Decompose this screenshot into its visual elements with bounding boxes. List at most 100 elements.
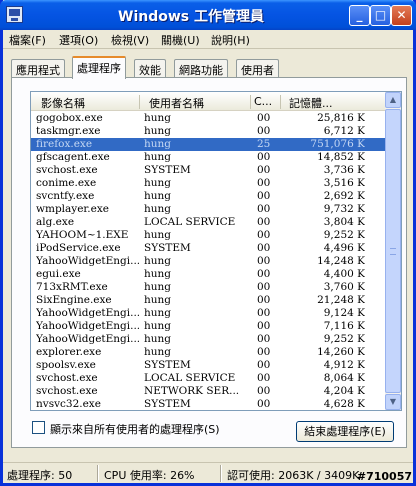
process-row[interactable]: wmplayer.exe hung 00 9,732 K [31,203,385,216]
process-cpu: 00 [257,125,271,137]
process-row[interactable]: YahooWidgetEngi... hung 00 14,248 K [31,255,385,268]
process-cpu: 00 [257,333,271,345]
process-row[interactable]: svcntfy.exe hung 00 2,692 K [31,190,385,203]
process-row[interactable]: gogobox.exe hung 00 25,816 K [31,112,385,125]
process-cpu: 00 [257,112,271,124]
process-row[interactable]: alg.exe LOCAL SERVICE 00 3,804 K [31,216,385,229]
status-commit-charge: 認可使用: 2063K / 3409K [227,469,360,482]
process-row[interactable]: conime.exe hung 00 3,516 K [31,177,385,190]
process-memory: 3,736 K [323,164,365,176]
process-image-name: svcntfy.exe [36,190,95,202]
process-memory: 25,816 K [317,112,365,124]
scroll-down-arrow-icon[interactable]: ▼ [385,394,401,410]
process-memory: 9,252 K [323,229,365,241]
column-divider[interactable] [250,95,251,109]
processes-panel: 影像名稱 使用者名稱 C... 記憶體... gogobox.exe hung 00… [11,77,407,448]
process-user-name: LOCAL SERVICE [144,372,236,384]
process-row[interactable]: YahooWidgetEngi... hung 00 9,252 K [31,333,385,346]
process-memory: 21,248 K [317,294,365,306]
status-cpu-usage: CPU 使用率: 26% [104,469,195,482]
process-cpu: 00 [257,372,271,384]
process-cpu: 00 [257,177,271,189]
process-row[interactable]: egui.exe hung 00 4,400 K [31,268,385,281]
process-user-name: hung [144,229,172,241]
process-row[interactable]: spoolsv.exe SYSTEM 00 4,912 K [31,359,385,372]
process-row[interactable]: svchost.exe LOCAL SERVICE 00 8,064 K [31,372,385,385]
process-user-name: hung [144,307,172,319]
process-row[interactable]: gfscagent.exe hung 00 14,852 K [31,151,385,164]
vertical-scrollbar[interactable]: ▲ ▼ [385,92,401,410]
process-image-name: taskmgr.exe [36,125,101,137]
process-user-name: SYSTEM [144,242,191,254]
column-cpu[interactable]: C... [254,95,280,108]
process-memory: 2,692 K [323,190,365,202]
column-image-name[interactable]: 影像名稱 [41,95,137,111]
tab-applications[interactable]: 應用程式 [11,59,65,78]
title-bar[interactable]: Windows 工作管理員 _ □ ✕ [0,0,416,30]
process-row[interactable]: svchost.exe SYSTEM 00 3,736 K [31,164,385,177]
process-row[interactable]: 713xRMT.exe hung 00 3,760 K [31,281,385,294]
list-header: 影像名稱 使用者名稱 C... 記憶體... [31,92,385,111]
process-row[interactable]: firefox.exe hung 25 751,076 K [31,138,385,151]
process-image-name: 713xRMT.exe [36,281,108,293]
process-row[interactable]: explorer.exe hung 00 14,260 K [31,346,385,359]
menu-shutdown[interactable]: 關機(U) [161,32,200,48]
process-image-name: egui.exe [36,268,81,280]
process-user-name: SYSTEM [144,398,191,410]
status-divider [220,465,222,482]
process-image-name: YahooWidgetEngi... [36,333,139,345]
process-image-name: svchost.exe [36,164,98,176]
process-image-name: YahooWidgetEngi... [36,307,139,319]
process-user-name: hung [144,112,172,124]
menu-options[interactable]: 選項(O) [59,32,98,48]
menu-view[interactable]: 檢視(V) [111,32,149,48]
process-row[interactable]: SixEngine.exe hung 00 21,248 K [31,294,385,307]
menu-file[interactable]: 檔案(F) [9,32,46,48]
scroll-up-arrow-icon[interactable]: ▲ [385,92,401,108]
process-user-name: hung [144,320,172,332]
process-cpu: 00 [257,268,271,280]
tab-networking[interactable]: 網路功能 [174,59,228,78]
process-memory: 9,124 K [323,307,365,319]
show-all-users-checkbox[interactable] [32,421,45,434]
process-memory: 751,076 K [310,138,365,150]
process-user-name: hung [144,333,172,345]
process-cpu: 00 [257,307,271,319]
process-row[interactable]: nvsvc32.exe SYSTEM 00 4,628 K [31,398,385,410]
process-user-name: hung [144,294,172,306]
tab-processes[interactable]: 處理程序 [72,56,126,79]
scroll-thumb[interactable] [385,109,401,393]
process-cpu: 00 [257,151,271,163]
process-row[interactable]: YAHOOM~1.EXE hung 00 9,252 K [31,229,385,242]
process-list[interactable]: 影像名稱 使用者名稱 C... 記憶體... gogobox.exe hung 00… [30,91,402,411]
end-process-button[interactable]: 結束處理程序(E) [296,421,394,442]
process-user-name: hung [144,177,172,189]
process-row[interactable]: YahooWidgetEngi... hung 00 7,116 K [31,320,385,333]
column-divider[interactable] [280,95,281,109]
process-row[interactable]: YahooWidgetEngi... hung 00 9,124 K [31,307,385,320]
process-memory: 4,496 K [323,242,365,254]
minimize-button[interactable]: _ [349,5,370,26]
column-divider[interactable] [139,95,140,109]
tab-users[interactable]: 使用者 [236,59,279,78]
process-image-name: YahooWidgetEngi... [36,255,139,267]
process-memory: 8,064 K [323,372,365,384]
process-image-name: explorer.exe [36,346,102,358]
process-user-name: hung [144,151,172,163]
column-memory[interactable]: 記憶體... [289,95,379,111]
close-button[interactable]: ✕ [391,5,412,26]
process-memory: 7,116 K [323,320,365,332]
process-image-name: YAHOOM~1.EXE [36,229,129,241]
process-memory: 14,248 K [317,255,365,267]
tab-performance[interactable]: 效能 [134,59,166,78]
process-row[interactable]: svchost.exe NETWORK SER... 00 4,204 K [31,385,385,398]
process-row[interactable]: taskmgr.exe hung 00 6,712 K [31,125,385,138]
process-user-name: SYSTEM [144,359,191,371]
process-user-name: NETWORK SER... [144,385,240,397]
column-user-name[interactable]: 使用者名稱 [149,95,249,111]
process-row[interactable]: iPodService.exe SYSTEM 00 4,496 K [31,242,385,255]
maximize-button[interactable]: □ [370,5,391,26]
show-all-users-label[interactable]: 顯示來自所有使用者的處理程序(S) [50,421,220,437]
menu-help[interactable]: 說明(H) [211,32,250,48]
process-user-name: LOCAL SERVICE [144,216,236,228]
